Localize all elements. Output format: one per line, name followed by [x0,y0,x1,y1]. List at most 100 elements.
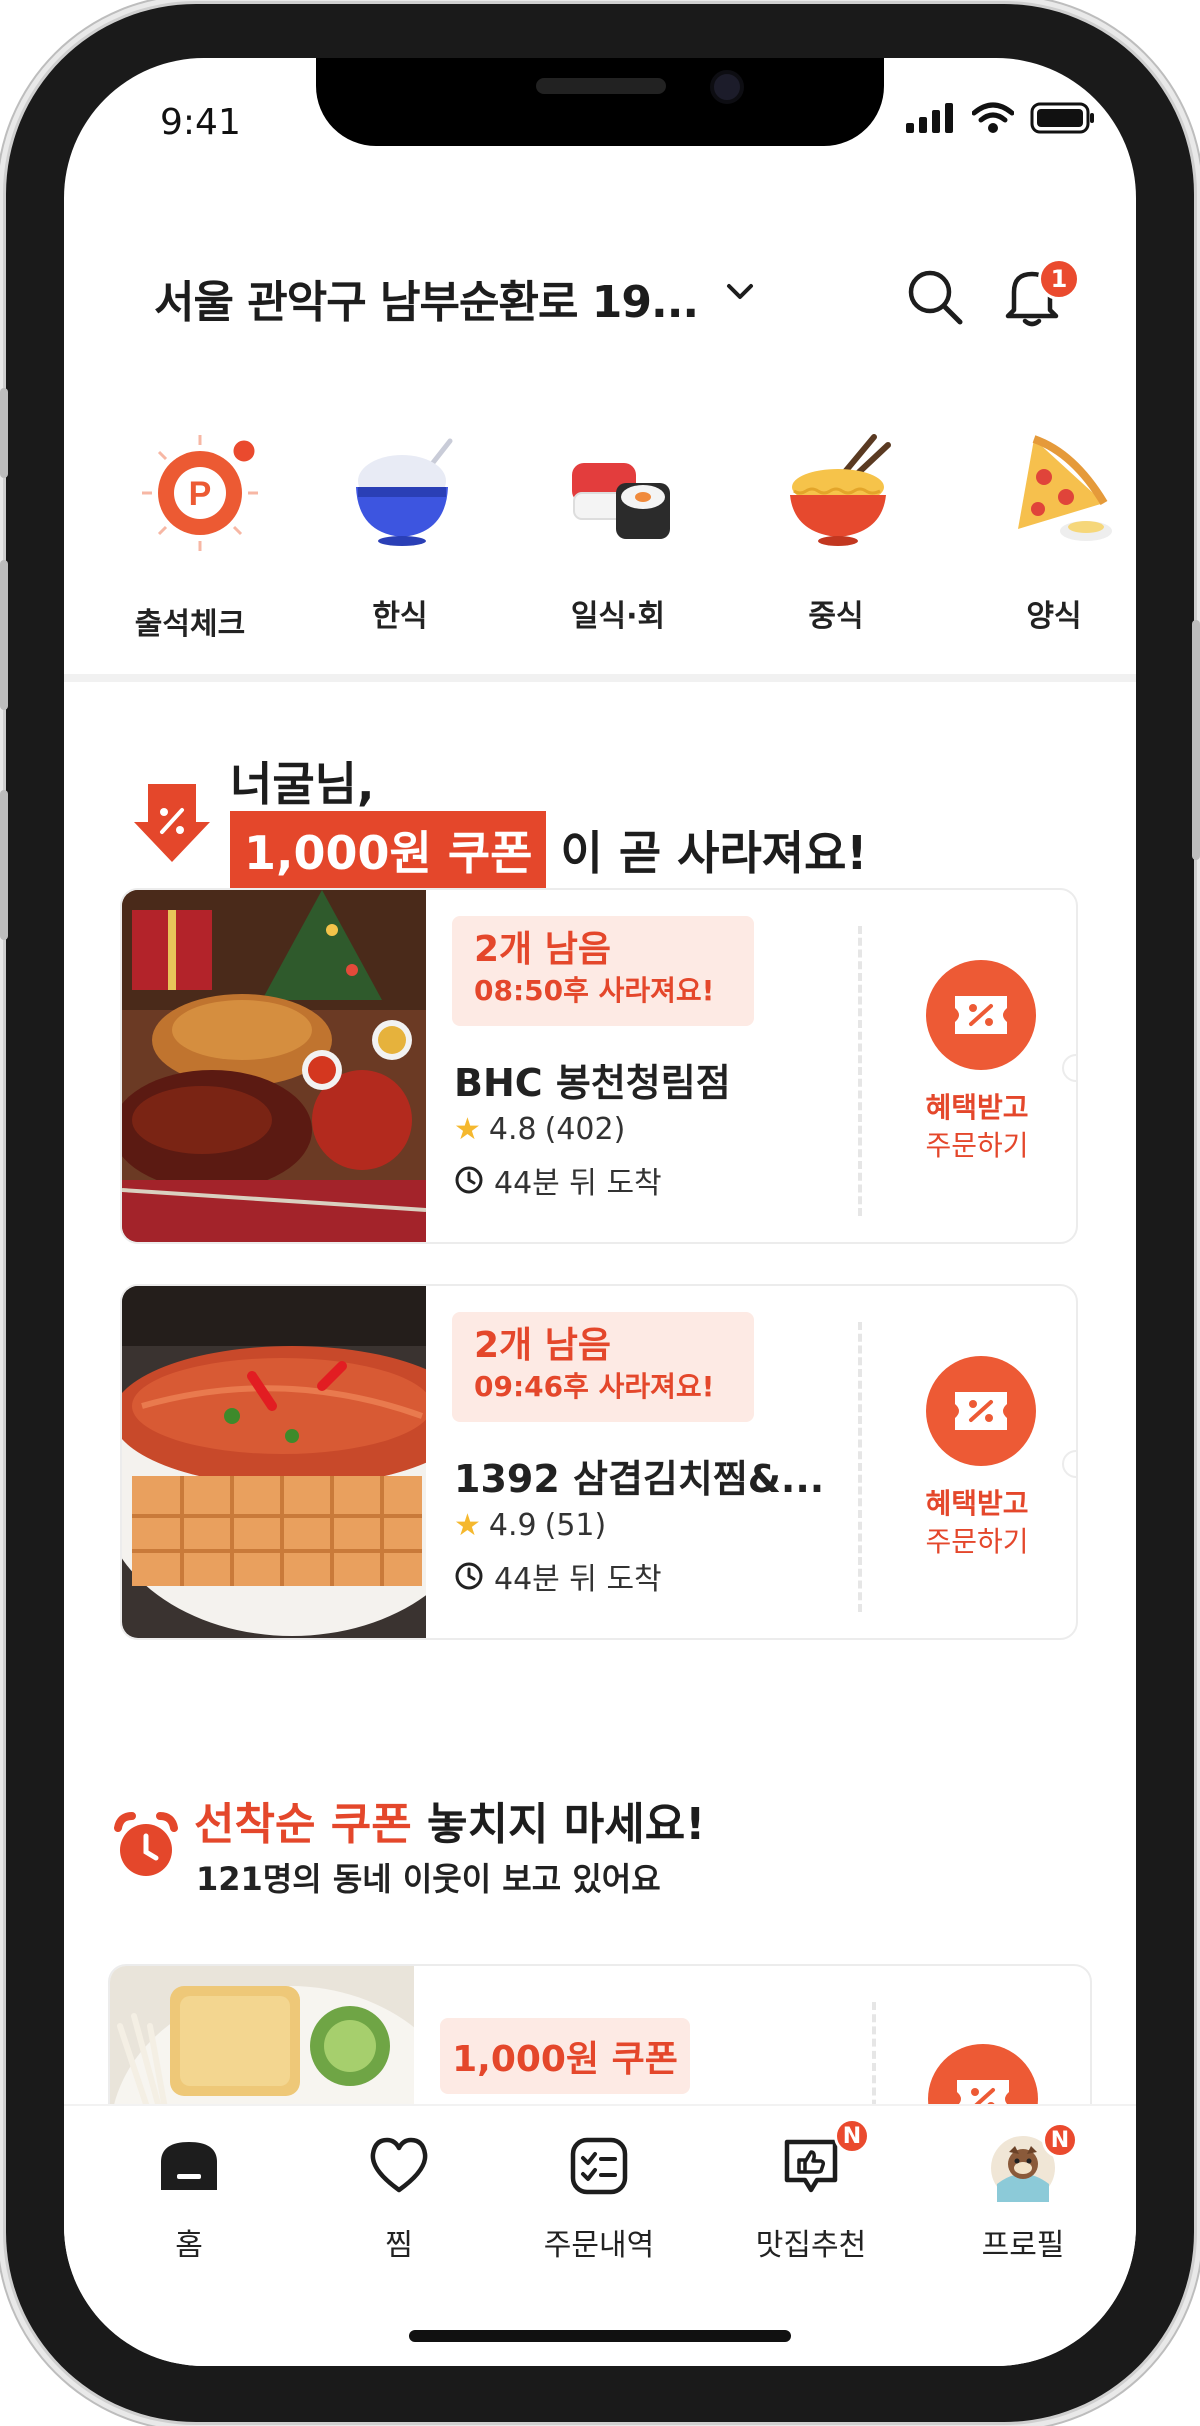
bottom-tab-bar: 홈 찜 주문내역 N 맛집추천 N 프로필 [64,2104,1136,2366]
cta-line2: 주문하기 [925,1525,1029,1558]
coupon-arrow-icon [134,784,210,862]
volume-up-button [0,560,8,710]
volume-down-button [0,790,8,940]
greeting-name: 너굴님, [230,757,375,811]
category-japanese[interactable]: 일식·회 [528,393,708,634]
cta-line1: 혜택받고 [925,1091,1029,1124]
new-badge: N [834,2118,870,2154]
tab-label: 프로필 [981,2228,1065,2263]
expiry-countdown: 08:50후 사라져요! [474,974,715,1007]
sushi-icon [572,463,670,539]
review-count: (402) [544,1112,626,1147]
notification-badge: 1 [1038,258,1080,300]
coupon-amount-badge: 1,000원 쿠폰 [440,2018,690,2094]
category-label: 출석체크 [134,607,246,642]
tab-profile[interactable]: N 프로필 [938,2122,1108,2264]
dashed-separator [858,1322,862,1612]
coupon-amount-tag: 1,000원 쿠폰 [230,811,547,889]
category-attendance[interactable]: P 출석체크 [100,393,280,642]
category-label: 일식·회 [570,599,666,634]
store-rating: ★ 4.8 (402) [454,1112,625,1147]
greeting-suffix: 이 곧 사라져요! [560,826,868,880]
category-label: 양식 [1026,599,1082,634]
deal-card[interactable]: 2개 남음 08:50후 사라져요! BHC 봉천청림점 ★ 4.8 (402)… [120,888,1078,1244]
store-rating: ★ 4.9 (51) [454,1508,606,1543]
status-icons [906,102,1096,134]
tab-label: 맛집추천 [755,2228,867,2263]
store-name: BHC 봉천청림점 [454,1061,731,1105]
tab-favorites[interactable]: 찜 [314,2134,484,2264]
category-label: 중식 [808,599,864,634]
heart-icon [370,2137,428,2193]
tab-orders[interactable]: 주문내역 [514,2134,684,2264]
wifi-icon [972,102,1014,133]
thumbs-up-icon [784,2139,838,2193]
remaining-count: 2개 남음 [474,929,611,970]
remaining-info: 2개 남음 08:50후 사라져요! [452,916,754,1026]
store-name: 1392 삼겹김치찜&... [454,1457,825,1501]
tab-label: 홈 [175,2228,203,2263]
first-come-accent: 선착순 쿠폰 [194,1799,412,1850]
order-list-icon [570,2137,628,2195]
header: 서울 관악구 남부순환로 19... 1 [64,248,1136,358]
front-camera [710,70,744,104]
get-benefit-order-button[interactable]: 혜택받고 주문하기 [882,1356,1072,1586]
tab-label: 주문내역 [543,2228,655,2263]
review-count: (51) [544,1508,607,1543]
rating-score: 4.8 [488,1112,537,1147]
search-icon[interactable] [904,266,968,330]
dashed-separator [858,926,862,1216]
first-come-subtitle: 121명의 동네 이웃이 보고 있어요 [196,1860,661,1898]
expiry-countdown: 09:46후 사라져요! [474,1370,715,1403]
remaining-count: 2개 남음 [474,1325,611,1366]
deal-card[interactable]: 2개 남음 09:46후 사라져요! 1392 삼겹김치찜&... ★ 4.9 … [120,1284,1078,1640]
coupon-ticket-icon [926,1356,1036,1466]
delivery-eta: 44분 뒤 도착 [454,1554,662,1598]
cta-line1: 혜택받고 [925,1487,1029,1520]
coupon-ticket-icon [926,960,1036,1070]
chevron-down-icon[interactable] [724,278,756,306]
clock-icon [455,1562,483,1590]
delivery-eta: 44분 뒤 도착 [454,1158,662,1202]
app-screen: 9:41 서울 관악구 남부순환로 19... 1 P 출석체크 한식 일식·회… [64,58,1136,2366]
home-indicator [409,2330,791,2342]
battery-icon [1030,102,1094,134]
power-button [1192,620,1200,860]
category-korean[interactable]: 한식 [310,393,490,634]
noodles-icon [790,434,891,546]
get-benefit-order-button[interactable]: 혜택받고 주문하기 [882,960,1072,1190]
category-western[interactable]: 양식 [964,393,1136,634]
first-come-title-suffix: 놓치지 마세요! [427,1799,706,1850]
tab-recommendations[interactable]: N 맛집추천 [726,2118,896,2264]
tab-label: 찜 [385,2228,413,2263]
star-icon: ★ [454,1508,481,1543]
status-time: 9:41 [160,102,241,143]
eta-text: 44분 뒤 도착 [494,1166,662,1201]
remaining-info: 2개 남음 09:46후 사라져요! [452,1312,754,1422]
pizza-icon [1018,435,1112,541]
greeting-message: 1,000원 쿠폰 이 곧 사라져요! [230,810,867,890]
category-label: 한식 [372,599,428,634]
attendance-p-icon: P [142,435,258,551]
delivery-address[interactable]: 서울 관악구 남부순환로 19... [154,266,699,330]
rating-score: 4.9 [488,1508,537,1543]
store-photo-kimchi [122,1286,426,1638]
section-divider [64,674,1136,682]
cta-line2: 주문하기 [925,1129,1029,1162]
svg-text:P: P [189,475,212,513]
store-photo-chicken [122,890,426,1242]
category-chinese[interactable]: 중식 [746,393,926,634]
rice-bowl-icon [356,438,453,546]
home-icon [161,2142,217,2190]
tab-home[interactable]: 홈 [104,2134,274,2264]
eta-text: 44분 뒤 도착 [494,1562,662,1597]
clock-icon [455,1166,483,1194]
notch [316,58,884,146]
alarm-clock-icon [114,1812,178,1876]
category-row: P 출석체크 한식 일식·회 중식 양식 [64,393,1136,642]
first-come-title: 선착순 쿠폰 놓치지 마세요! [194,1788,705,1852]
new-badge: N [1042,2122,1078,2158]
speaker [536,78,666,94]
cellular-signal-icon [906,103,953,133]
star-icon: ★ [454,1112,481,1147]
